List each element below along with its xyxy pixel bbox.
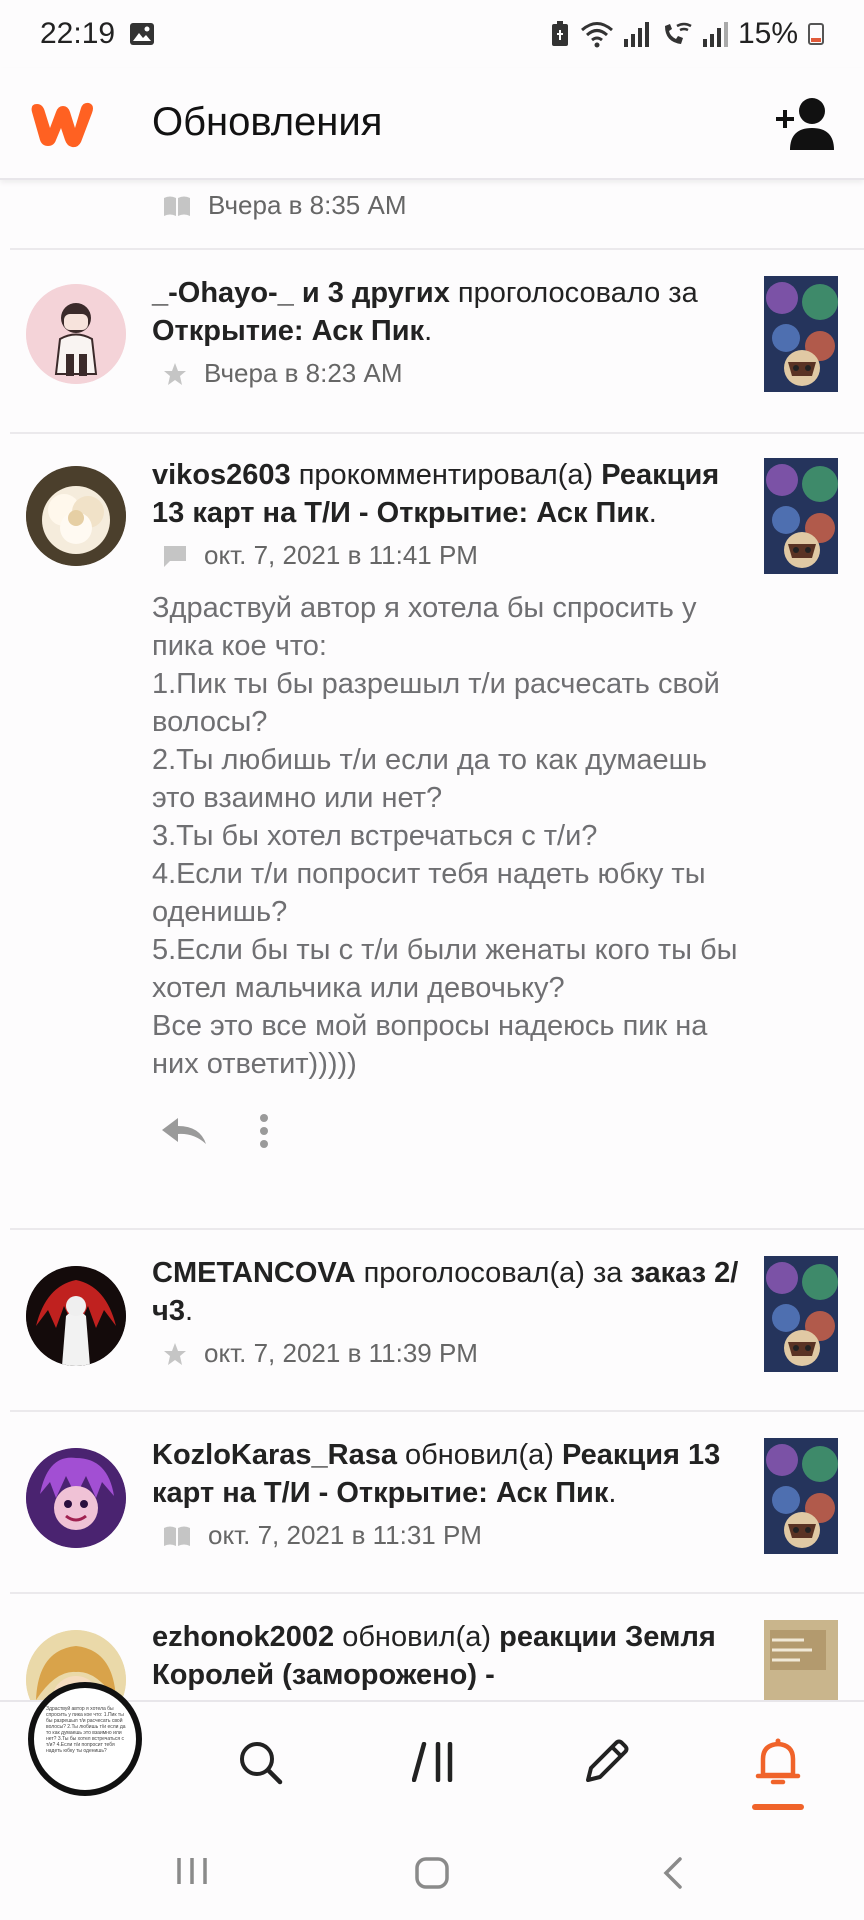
- avatar[interactable]: [26, 284, 126, 384]
- nav-search[interactable]: [230, 1732, 290, 1792]
- item-headline[interactable]: KozloKaras_Rasa обновил(а) Реакция 13 ка…: [152, 1436, 742, 1512]
- wattpad-logo[interactable]: [26, 98, 96, 150]
- action-text: обновил(а): [397, 1439, 562, 1471]
- reply-icon[interactable]: [160, 1116, 208, 1146]
- app-header: Обновления: [0, 68, 864, 180]
- home-icon[interactable]: [414, 1856, 450, 1890]
- feed-item[interactable]: _-Ohayo-_ и 3 других проголосовало за От…: [10, 250, 864, 434]
- book-icon: [164, 1526, 190, 1546]
- action-text: проголосовал(а) за: [355, 1257, 631, 1289]
- bubble-preview-text: Здраствуй автор я хотела бы спросить у п…: [46, 1706, 126, 1754]
- nav-notifications[interactable]: [748, 1732, 808, 1792]
- star-icon: [164, 362, 186, 385]
- headline-end: .: [648, 497, 657, 529]
- user-name[interactable]: KozloKaras_Rasa: [152, 1439, 397, 1471]
- item-headline[interactable]: ezhonok2002 обновил(а) реакции Земля Кор…: [152, 1618, 742, 1694]
- saver-icon: [551, 21, 568, 46]
- comment-line: 2.Ты любишь т/и если да то как думаешь э…: [152, 744, 707, 814]
- cover-image: [764, 1438, 838, 1554]
- headline-end: .: [608, 1477, 617, 1509]
- comment-line: 4.Если т/и попросит тебя надеть юбку ты …: [152, 858, 706, 928]
- item-timestamp: окт. 7, 2021 в 11:39 PM: [204, 1338, 478, 1368]
- comment-text: Здраствуй автор я хотела бы спросить у п…: [152, 589, 742, 1083]
- feed-item[interactable]: KozloKaras_Rasa обновил(а) Реакция 13 ка…: [10, 1412, 864, 1594]
- status-bar: 22:19 15%: [0, 0, 864, 68]
- item-headline[interactable]: CMETANCOVA проголосовал(а) за заказ 2/ч3…: [152, 1254, 742, 1330]
- search-icon: [240, 1742, 283, 1785]
- add-friend-icon[interactable]: [774, 94, 838, 154]
- user-name[interactable]: ezhonok2002: [152, 1621, 334, 1653]
- item-timestamp: Вчера в 8:23 AM: [204, 358, 403, 388]
- write-icon: [586, 1739, 629, 1782]
- item-timestamp: Вчера в 8:35 AM: [208, 190, 407, 220]
- action-text: проголосовало за: [449, 277, 698, 309]
- cover-image: [764, 1620, 838, 1700]
- page-title: Обновления: [152, 100, 383, 144]
- comment-line: Здраствуй автор я хотела бы спросить у п…: [152, 592, 697, 662]
- updates-feed[interactable]: Вчера в 8:35 AM _-Ohayo-_ и 3 других про…: [0, 180, 864, 1700]
- avatar[interactable]: [26, 1266, 126, 1366]
- comment-line: 3.Ты бы хотел встречаться с т/и?: [152, 820, 598, 852]
- headline-end: .: [424, 315, 433, 347]
- avatar[interactable]: [26, 1448, 126, 1548]
- story-cover[interactable]: [764, 458, 838, 574]
- comment-line: 5.Если бы ты с т/и были женаты кого ты б…: [152, 934, 738, 1004]
- nav-write[interactable]: [576, 1732, 636, 1792]
- feed-item-partial[interactable]: Вчера в 8:35 AM: [10, 180, 864, 250]
- star-icon: [164, 1342, 186, 1365]
- action-text: обновил(а): [334, 1621, 500, 1653]
- signal-icon: [623, 21, 649, 47]
- cover-image: [764, 1256, 838, 1372]
- item-headline[interactable]: vikos2603 прокомментировал(а) Реакция 13…: [152, 456, 742, 532]
- comment-line: 1.Пик ты бы разрешыл т/и расчесать свой …: [152, 668, 720, 738]
- image-icon: [130, 23, 155, 45]
- library-icon: [412, 1742, 453, 1782]
- battery-percent: 15%: [737, 17, 798, 50]
- wifi-call-icon: [664, 22, 692, 44]
- notifications-icon: [755, 1738, 801, 1785]
- battery-icon: [808, 23, 824, 45]
- story-cover[interactable]: [764, 1256, 838, 1372]
- status-time: 22:19: [40, 17, 116, 50]
- headline-end: .: [184, 1295, 194, 1327]
- home-preview-bubble[interactable]: Здраствуй автор я хотела бы спросить у п…: [28, 1682, 142, 1796]
- recent-apps-icon[interactable]: [176, 1856, 208, 1886]
- item-timestamp: окт. 7, 2021 в 11:41 PM: [204, 540, 478, 570]
- avatar-image: [26, 284, 126, 384]
- story-title[interactable]: Открытие: Аск Пик: [152, 315, 424, 347]
- avatar-image: [26, 1266, 126, 1366]
- cover-image: [764, 276, 838, 392]
- feed-item[interactable]: ezhonok2002 обновил(а) реакции Земля Кор…: [10, 1594, 864, 1700]
- story-cover[interactable]: [764, 276, 838, 392]
- nav-library[interactable]: [404, 1732, 464, 1792]
- back-icon[interactable]: [660, 1856, 684, 1890]
- system-navigation: [0, 1820, 864, 1920]
- more-options-icon[interactable]: [258, 1113, 270, 1149]
- story-cover[interactable]: [764, 1620, 838, 1700]
- cover-image: [764, 458, 838, 574]
- user-name[interactable]: _-Ohayo-_ и 3 других: [152, 277, 450, 309]
- wifi-icon: [580, 22, 613, 48]
- item-headline[interactable]: _-Ohayo-_ и 3 других проголосовало за От…: [152, 274, 742, 350]
- active-tab-indicator: [752, 1804, 804, 1810]
- avatar[interactable]: [26, 466, 126, 566]
- comment-line: Все это все мой вопросы надеюсь пик на н…: [152, 1010, 708, 1080]
- user-name[interactable]: vikos2603: [152, 459, 291, 491]
- avatar-image: [26, 466, 126, 566]
- book-icon: [164, 196, 190, 216]
- comment-icon: [164, 545, 186, 567]
- action-text: прокомментировал(а): [290, 459, 602, 491]
- user-name[interactable]: CMETANCOVA: [152, 1257, 356, 1289]
- feed-item[interactable]: vikos2603 прокомментировал(а) Реакция 13…: [10, 434, 864, 1230]
- feed-item[interactable]: CMETANCOVA проголосовал(а) за заказ 2/ч3…: [10, 1230, 864, 1412]
- signal-icon-2: [702, 21, 728, 47]
- story-cover[interactable]: [764, 1438, 838, 1554]
- item-timestamp: окт. 7, 2021 в 11:31 PM: [208, 1520, 482, 1550]
- avatar-image: [26, 1448, 126, 1548]
